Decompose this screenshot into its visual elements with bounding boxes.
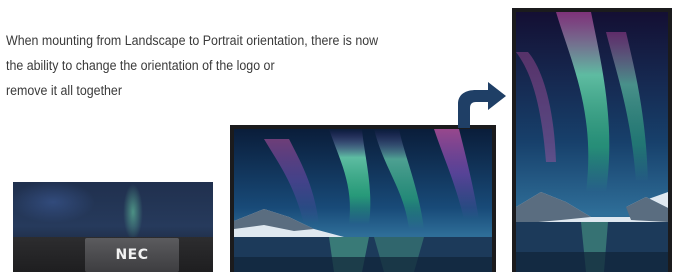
landscape-monitor-image [230, 125, 496, 272]
description-text: When mounting from Landscape to Portrait… [6, 28, 466, 103]
aurora-portrait-illustration [516, 12, 668, 272]
landscape-aurora-screen [234, 129, 492, 272]
logo-closeup-image: NEC [13, 182, 213, 272]
rotate-arrow-icon [458, 82, 506, 128]
portrait-monitor-image [512, 8, 672, 272]
description-line-2: the ability to change the orientation of… [6, 58, 275, 73]
aurora-landscape-illustration [234, 129, 492, 272]
portrait-aurora-screen [516, 12, 668, 272]
description-line-3: remove it all together [6, 83, 122, 98]
nec-logo: NEC [115, 247, 149, 263]
description-line-1: When mounting from Landscape to Portrait… [6, 33, 379, 48]
logo-plate: NEC [85, 238, 179, 272]
